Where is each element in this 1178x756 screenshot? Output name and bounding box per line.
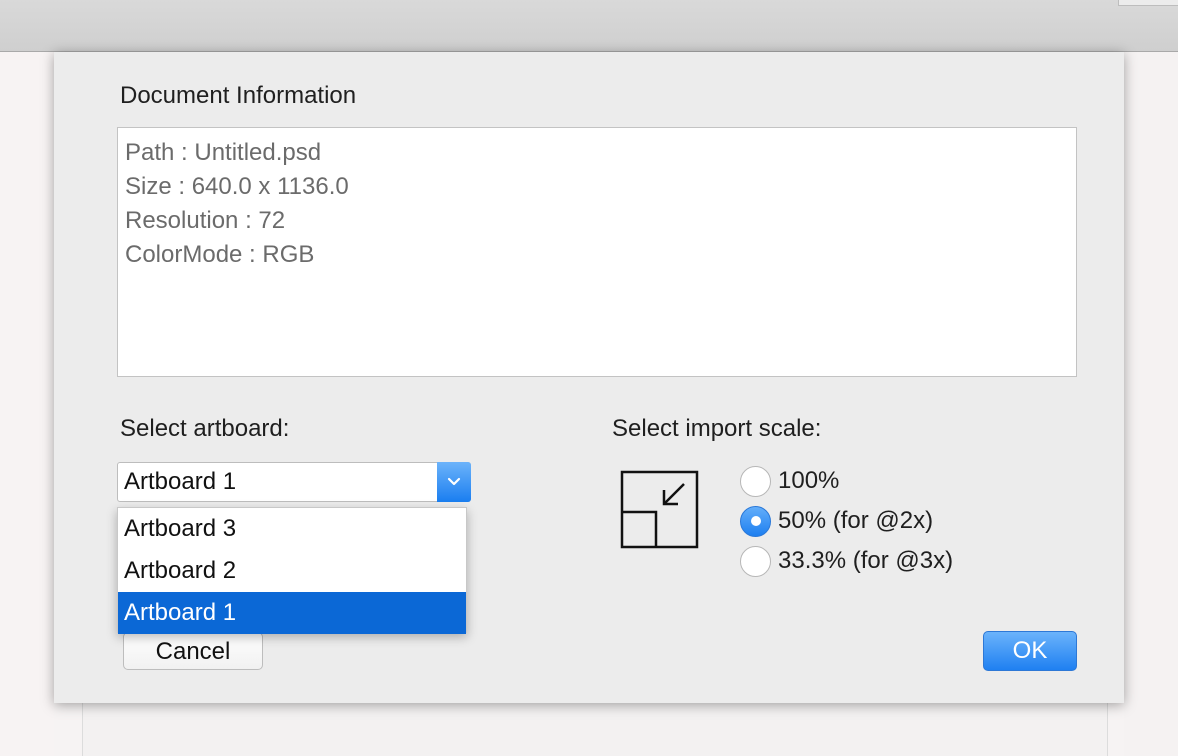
document-info-title: Document Information <box>120 82 357 109</box>
radio-50[interactable] <box>740 505 771 537</box>
document-info-box: Path : Untitled.psd Size : 640.0 x 1136.… <box>117 127 1077 377</box>
dropdown-item-artboard-1[interactable]: Artboard 1 <box>118 592 466 634</box>
info-size: Size : 640.0 x 1136.0 <box>125 173 349 200</box>
dropdown-item-artboard-2[interactable]: Artboard 2 <box>118 550 466 592</box>
import-dialog: Document Information Path : Untitled.psd… <box>54 52 1124 703</box>
scale-option-33[interactable]: 33.3% (for @3x) <box>740 544 953 578</box>
cancel-button[interactable]: Cancel <box>123 632 263 670</box>
radio-33[interactable] <box>740 545 771 577</box>
ok-button[interactable]: OK <box>983 631 1077 671</box>
scale-option-100[interactable]: 100% <box>740 464 839 498</box>
select-scale-label: Select import scale: <box>612 415 822 442</box>
info-path: Path : Untitled.psd <box>125 139 322 166</box>
artboard-select-value: Artboard 1 <box>124 468 237 495</box>
toolbar-corner <box>1118 0 1178 6</box>
scale-option-50[interactable]: 50% (for @2x) <box>740 504 933 538</box>
info-colormode: ColorMode : RGB <box>125 241 315 268</box>
scale-down-icon <box>620 470 700 555</box>
background-right-area <box>1124 52 1178 756</box>
background-panel <box>82 700 1108 756</box>
info-resolution: Resolution : 72 <box>125 207 286 234</box>
artboard-select[interactable]: Artboard 1 <box>117 462 471 502</box>
chevron-down-icon[interactable] <box>437 462 471 502</box>
background-left-area <box>0 52 54 756</box>
radio-100[interactable] <box>740 465 771 497</box>
scale-option-33-label: 33.3% (for @3x) <box>778 547 954 574</box>
artboard-dropdown-menu: Artboard 3 Artboard 2 Artboard 1 <box>117 507 467 634</box>
select-artboard-label: Select artboard: <box>120 415 290 442</box>
scale-option-50-label: 50% (for @2x) <box>778 507 934 534</box>
dropdown-item-artboard-3[interactable]: Artboard 3 <box>118 508 466 550</box>
scale-option-100-label: 100% <box>778 467 840 494</box>
background-window-toolbar <box>0 0 1178 52</box>
